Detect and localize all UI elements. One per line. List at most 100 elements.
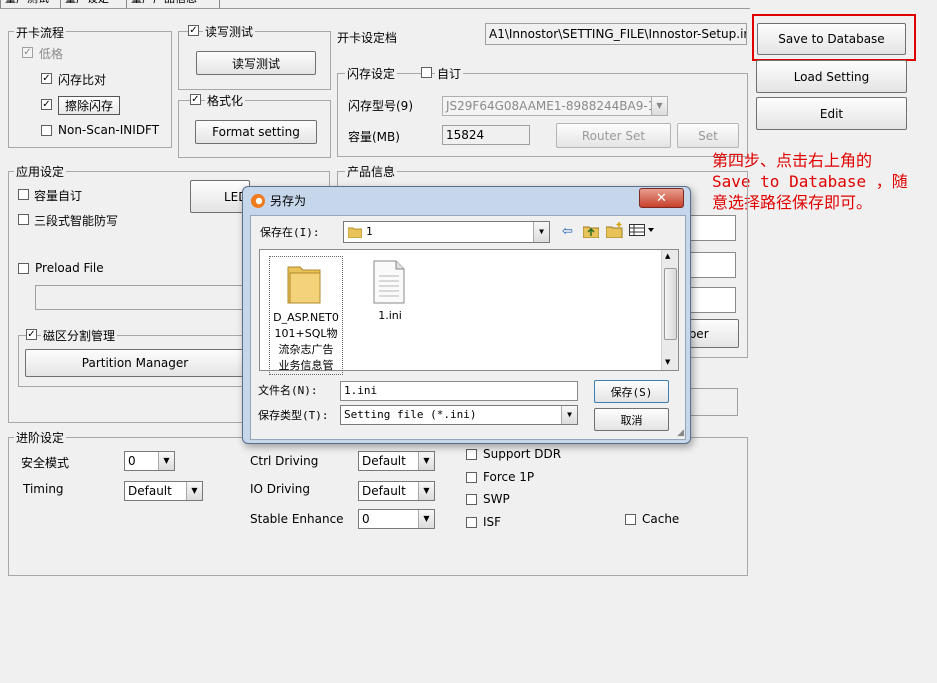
flash-custom-checkbox[interactable] bbox=[421, 67, 432, 78]
folder-icon bbox=[287, 266, 321, 304]
filename-input[interactable]: 1.ini bbox=[340, 381, 578, 401]
filetype-select[interactable]: Setting file (*.ini) ▼ bbox=[340, 405, 578, 425]
rw-test-title: 读写测试 bbox=[203, 23, 256, 40]
rw-test-button[interactable]: 读写测试 bbox=[196, 51, 316, 75]
capacity-field: 15824 bbox=[442, 125, 530, 145]
scroll-up-icon[interactable]: ▲ bbox=[665, 252, 670, 260]
up-folder-icon[interactable] bbox=[583, 224, 599, 238]
dialog-title: 另存为 bbox=[270, 194, 307, 208]
erase-flash-checkbox[interactable]: ✓ bbox=[41, 99, 52, 110]
partition-manager-button[interactable]: Partition Manager bbox=[25, 349, 245, 377]
chevron-down-icon: ▼ bbox=[533, 222, 549, 242]
capacity-label: 容量(MB) bbox=[348, 130, 400, 144]
stable-enhance-label: Stable Enhance bbox=[250, 512, 344, 526]
low-format-checkbox[interactable]: ✓ bbox=[22, 47, 33, 58]
product-field-3[interactable] bbox=[686, 287, 736, 313]
folder-icon bbox=[348, 227, 362, 238]
chevron-down-icon: ▼ bbox=[418, 510, 434, 528]
tab-mp-setting[interactable]: 量产设定 bbox=[60, 0, 128, 8]
chevron-down-icon: ▼ bbox=[651, 97, 667, 115]
ctrl-driving-select[interactable]: Default ▼ bbox=[358, 451, 435, 471]
capacity-custom-label: 容量自订 bbox=[34, 189, 83, 203]
save-to-database-button[interactable]: Save to Database bbox=[757, 23, 906, 55]
smart-protect-checkbox[interactable] bbox=[18, 214, 29, 225]
io-driving-value: Default bbox=[362, 484, 406, 498]
save-in-value: 1 bbox=[366, 225, 373, 238]
cache-label: Cache bbox=[642, 512, 680, 526]
setting-file-label: 开卡设定档 bbox=[337, 31, 398, 45]
save-in-label: 保存在(I): bbox=[260, 226, 320, 239]
load-setting-button[interactable]: Load Setting bbox=[756, 60, 907, 93]
scroll-down-icon[interactable]: ▼ bbox=[665, 358, 670, 366]
ini-file-icon bbox=[373, 260, 405, 304]
format-setting-button[interactable]: Format setting bbox=[195, 120, 317, 144]
save-in-select[interactable]: 1 ▼ bbox=[343, 221, 550, 243]
setting-file-path: A1\Innostor\SETTING_FILE\Innostor-Setup.… bbox=[485, 23, 747, 45]
rw-test-checkbox[interactable]: ✓ bbox=[188, 25, 199, 36]
preload-label: Preload File bbox=[35, 261, 104, 275]
timing-select[interactable]: Default ▼ bbox=[124, 481, 203, 501]
save-as-dialog: 另存为 ✕ 保存在(I): 1 ▼ ⇦ D_ASP.NET0 101+SQL物 … bbox=[242, 186, 691, 444]
list-item-folder[interactable]: D_ASP.NET0 101+SQL物 流杂志广告 业务信息管 bbox=[269, 256, 343, 375]
new-folder-icon[interactable] bbox=[606, 222, 624, 238]
flash-model-select[interactable]: JS29F64G08AAME1-8988244BA9-1 ▼ bbox=[442, 96, 668, 116]
safe-mode-select[interactable]: 0 ▼ bbox=[124, 451, 175, 471]
dialog-titlebar[interactable]: 另存为 ✕ bbox=[243, 187, 690, 214]
non-scan-checkbox[interactable] bbox=[41, 125, 52, 136]
stable-enhance-select[interactable]: 0 ▼ bbox=[358, 509, 435, 529]
format-checkbox[interactable]: ✓ bbox=[190, 94, 201, 105]
edit-button[interactable]: Edit bbox=[756, 97, 907, 130]
force1p-label: Force 1P bbox=[483, 470, 535, 484]
flash-set-button[interactable]: Set bbox=[677, 123, 739, 148]
chevron-down-icon: ▼ bbox=[186, 482, 202, 500]
erase-flash-label[interactable]: 擦除闪存 bbox=[58, 96, 121, 115]
flash-compare-label: 闪存比对 bbox=[58, 73, 107, 87]
flash-title: 闪存设定 bbox=[345, 65, 398, 82]
file-list-scrollbar[interactable]: ▲ ▼ bbox=[661, 250, 678, 370]
product-field-4 bbox=[686, 388, 738, 416]
list-item-file[interactable]: 1.ini bbox=[360, 256, 420, 326]
chevron-down-icon: ▼ bbox=[418, 452, 434, 470]
app-setting-title: 应用设定 bbox=[14, 163, 67, 180]
support-ddr-checkbox[interactable] bbox=[466, 449, 477, 460]
capacity-custom-checkbox[interactable] bbox=[18, 189, 29, 200]
folder-name: D_ASP.NET0 101+SQL物 流杂志广告 业务信息管 bbox=[273, 311, 339, 372]
router-set-button[interactable]: Router Set bbox=[556, 123, 671, 148]
flash-compare-checkbox[interactable]: ✓ bbox=[41, 73, 52, 84]
partition-checkbox[interactable]: ✓ bbox=[26, 329, 37, 340]
save-button[interactable]: 保存(S) bbox=[594, 380, 669, 403]
back-arrow-icon[interactable]: ⇦ bbox=[562, 224, 573, 239]
swp-checkbox[interactable] bbox=[466, 494, 477, 505]
file-list[interactable]: D_ASP.NET0 101+SQL物 流杂志广告 业务信息管 1.ini ▲ … bbox=[259, 249, 679, 375]
led-button[interactable]: LED bbox=[190, 180, 250, 213]
product-field-1[interactable] bbox=[686, 215, 736, 241]
scrollbar-thumb[interactable] bbox=[664, 268, 677, 340]
flash-model-label: 闪存型号(9) bbox=[348, 99, 413, 113]
isf-checkbox[interactable] bbox=[466, 517, 477, 528]
non-scan-label: Non-Scan-INIDFT bbox=[58, 123, 160, 137]
smart-protect-label: 三段式智能防写 bbox=[34, 214, 119, 228]
tab-bar: 量产测试 量产设定 量产产品信息 bbox=[0, 0, 937, 9]
timing-value: Default bbox=[128, 484, 172, 498]
swp-label: SWP bbox=[483, 492, 510, 506]
close-icon[interactable]: ✕ bbox=[639, 188, 684, 208]
chevron-down-icon: ▼ bbox=[158, 452, 174, 470]
resize-grip-icon[interactable]: ◢ bbox=[677, 428, 684, 438]
product-field-2[interactable] bbox=[686, 252, 736, 278]
chevron-down-icon: ▼ bbox=[561, 406, 577, 424]
ctrl-driving-label: Ctrl Driving bbox=[250, 454, 319, 468]
force1p-checkbox[interactable] bbox=[466, 472, 477, 483]
preload-path-field bbox=[35, 285, 245, 310]
io-driving-select[interactable]: Default ▼ bbox=[358, 481, 435, 501]
cache-checkbox[interactable] bbox=[625, 514, 636, 525]
ctrl-driving-value: Default bbox=[362, 454, 406, 468]
chevron-down-icon: ▼ bbox=[418, 482, 434, 500]
card-flow-title: 开卡流程 bbox=[14, 24, 67, 41]
timing-label: Timing bbox=[23, 482, 64, 496]
filename-label: 文件名(N): bbox=[258, 384, 318, 397]
view-menu-icon[interactable] bbox=[629, 224, 657, 236]
cancel-button[interactable]: 取消 bbox=[594, 408, 669, 431]
stable-enhance-value: 0 bbox=[362, 512, 370, 526]
preload-checkbox[interactable] bbox=[18, 263, 29, 274]
flash-custom-label: 自订 bbox=[435, 65, 464, 82]
